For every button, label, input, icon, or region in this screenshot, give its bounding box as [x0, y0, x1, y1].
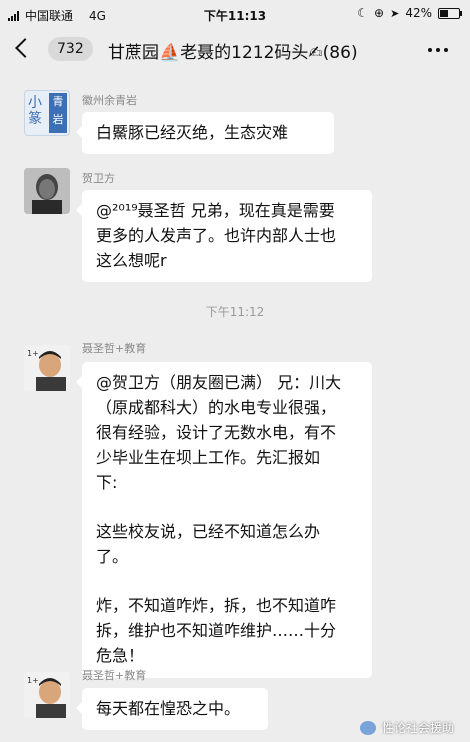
avatar-yu-qingyan[interactable]: 小 篆 青 岩: [24, 90, 70, 136]
message-text: 很有经验，设计了无数水电，有不: [96, 423, 337, 442]
time-divider: 下午11:12: [205, 305, 265, 319]
avatar-badge: 1+: [27, 349, 39, 358]
message-bubble[interactable]: 每天都在惶恐之中。: [76, 688, 268, 730]
sender-name: 贺卫方: [82, 172, 115, 185]
avatar-char: 岩: [52, 113, 64, 126]
status-right: ☾ ⊕ ➤ 42%: [357, 6, 462, 20]
sender-name: 徽州余青岩: [82, 94, 137, 107]
message-text: 这些校友说，已经不知道怎么办: [96, 522, 321, 541]
message-text: 更多的人发声了。也许内部人士也: [96, 226, 337, 245]
avatar-badge: 1+: [27, 676, 39, 685]
battery-label: 42%: [405, 6, 432, 20]
portrait-image: [24, 168, 70, 214]
avatar-char: 青: [52, 95, 64, 108]
message-text: 下:: [96, 473, 118, 492]
message-text: 少毕业生在坝上工作。先汇报如: [96, 448, 321, 467]
lock-rotation-icon: ⊕: [374, 6, 385, 20]
back-icon[interactable]: [15, 38, 35, 58]
chat-title: 甘蔗园⛵老聂的1212码头✍(86): [108, 43, 358, 63]
chat-header: 732 甘蔗园⛵老聂的1212码头✍(86): [0, 28, 470, 74]
avatar-he-weifang[interactable]: [24, 168, 70, 214]
message-bubble[interactable]: @²⁰¹⁹聂圣哲 兄弟，现在真是需要 更多的人发声了。也许内部人士也 这么想呢r: [76, 190, 372, 282]
avatar-nie-shengzhe[interactable]: 1+: [24, 345, 70, 391]
message-text: 每天都在惶恐之中。: [96, 699, 241, 718]
message-text: 危急！: [96, 646, 145, 665]
unread-count-badge[interactable]: 732: [48, 37, 93, 61]
sender-name: 聂圣哲+教育: [82, 669, 147, 682]
status-bar: 中国联通 4G 下午11:13 ☾ ⊕ ➤ 42%: [0, 0, 470, 28]
message-text: （原成都科大）的水电专业很强，: [96, 398, 337, 417]
message-text: 了。: [96, 547, 129, 566]
watermark: 性论社会援助: [359, 719, 454, 736]
message-text: 炸，不知道咋炸，拆，也不知道咋: [96, 596, 337, 615]
message-bubble[interactable]: @贺卫方（朋友圈已满） 兄：川大 （原成都科大）的水电专业很强， 很有经验，设计…: [76, 362, 372, 678]
message-text: 拆，维护也不知道咋维护……十分: [96, 621, 337, 640]
message-bubble[interactable]: 白鱀豚已经灭绝，生态灾难: [76, 112, 334, 154]
message-text: 白鱀豚已经灭绝，生态灾难: [96, 123, 289, 142]
watermark-text: 性论社会援助: [381, 721, 454, 735]
battery-icon: [438, 7, 462, 19]
avatar-char: 小: [28, 95, 42, 111]
wechat-icon: [359, 720, 376, 735]
avatar-char: 篆: [28, 111, 42, 127]
avatar-nie-shengzhe[interactable]: 1+: [24, 672, 70, 718]
battery-fill: [440, 9, 448, 17]
message-text: 这么想呢r: [96, 251, 167, 270]
moon-icon: ☾: [357, 6, 369, 20]
more-options-icon[interactable]: [428, 48, 448, 52]
location-icon: ➤: [390, 6, 400, 20]
sender-name: 聂圣哲+教育: [82, 342, 147, 355]
message-text: @²⁰¹⁹聂圣哲 兄弟，现在真是需要: [96, 201, 335, 220]
message-text: @贺卫方（朋友圈已满） 兄：川大: [96, 373, 342, 392]
